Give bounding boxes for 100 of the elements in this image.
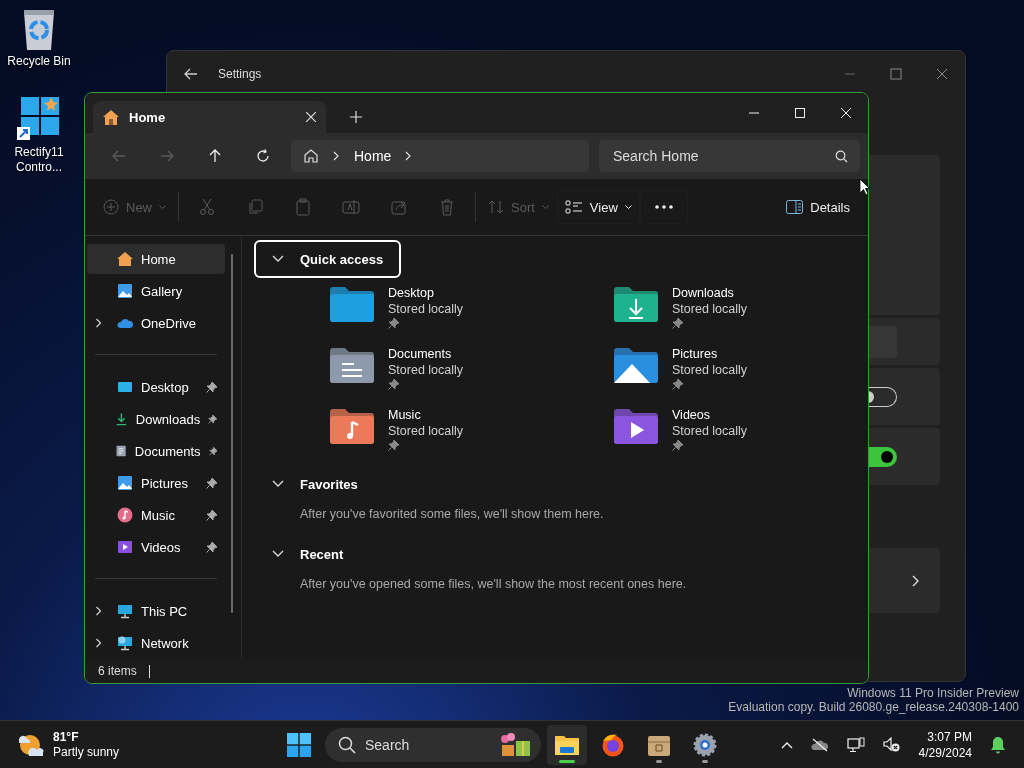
picture-icon — [117, 283, 133, 299]
build-info-text: Evaluation copy. Build 26080.ge_release.240308-1400 — [728, 700, 1019, 714]
sidebar-item[interactable]: Desktop — [87, 372, 225, 402]
folder-name[interactable]: Music — [388, 408, 464, 423]
search-icon[interactable] — [835, 150, 848, 163]
folder-name[interactable]: Pictures — [672, 347, 748, 362]
sidebar-item[interactable]: Network — [87, 628, 225, 658]
mouse-cursor-icon — [859, 178, 870, 196]
folder-name[interactable]: Videos — [672, 408, 748, 423]
music-folder-icon[interactable] — [330, 408, 374, 444]
picture-folder-icon[interactable] — [614, 347, 658, 383]
cloud-off-icon[interactable] — [810, 737, 829, 752]
back-arrow-icon[interactable] — [184, 68, 198, 80]
monitor-icon — [117, 603, 133, 619]
video-folder-icon[interactable] — [614, 408, 658, 444]
chevron-down-icon — [272, 550, 284, 558]
sort-arrows-icon — [488, 199, 504, 215]
pin-icon[interactable] — [206, 477, 217, 489]
breadcrumb-item[interactable]: Home — [354, 148, 392, 164]
pin-icon[interactable] — [206, 541, 217, 553]
sidebar-item[interactable]: OneDrive — [87, 308, 225, 338]
toggle-switch[interactable] — [868, 446, 897, 467]
folder-status: Stored locally — [388, 363, 464, 378]
chevron-right-icon[interactable] — [333, 151, 340, 161]
video-icon — [117, 539, 133, 555]
section-header[interactable]: Favorites — [254, 465, 376, 503]
chevron-right-icon[interactable] — [95, 638, 103, 648]
search-icon — [338, 735, 356, 754]
folder-icon[interactable] — [330, 286, 374, 322]
scrollbar[interactable] — [231, 254, 233, 613]
address-bar[interactable]: Home — [291, 140, 589, 172]
chevron-right-icon[interactable] — [95, 606, 103, 616]
details-pane-icon — [786, 200, 804, 214]
network-icon — [117, 635, 133, 651]
flower-gift-icon[interactable] — [499, 732, 533, 757]
folder-name[interactable]: Desktop — [388, 286, 464, 301]
home-outline-icon — [303, 148, 319, 164]
shortcut-icon[interactable] — [17, 95, 61, 141]
picture-icon — [117, 475, 133, 491]
desktop-icon-label[interactable]: Rectify11 Contro... — [4, 145, 74, 175]
add-tab-icon[interactable] — [350, 111, 362, 123]
bell-icon[interactable] — [990, 735, 1006, 754]
caret-down-icon — [159, 204, 166, 210]
sidebar-item[interactable]: Documents — [87, 436, 225, 466]
desktop-icon-label[interactable]: Recycle Bin — [4, 54, 74, 69]
document-icon — [114, 443, 127, 459]
weather-condition[interactable]: Partly sunny — [53, 744, 120, 760]
download-icon — [115, 411, 128, 427]
network-icon[interactable] — [846, 736, 865, 753]
sidebar-item[interactable]: Videos — [87, 532, 225, 562]
chevron-up-icon[interactable] — [780, 740, 793, 749]
taskbar-search-field[interactable]: Search — [325, 727, 541, 762]
details-button[interactable]: Details — [778, 190, 858, 224]
folder-name[interactable]: Documents — [388, 347, 464, 362]
chevron-right-icon — [912, 574, 920, 587]
sidebar-item[interactable]: Downloads — [87, 404, 225, 434]
sidebar-item[interactable]: Home — [87, 244, 225, 274]
pin-icon[interactable] — [206, 509, 217, 521]
tab[interactable]: Home — [93, 101, 326, 133]
pin-icon[interactable] — [208, 413, 217, 425]
trash-icon — [440, 198, 454, 216]
sidebar-item[interactable]: Gallery — [87, 276, 225, 306]
document-folder-icon[interactable] — [330, 347, 374, 383]
caret-down-icon — [624, 204, 632, 210]
download-folder-icon[interactable] — [614, 286, 658, 322]
folder-name[interactable]: Downloads — [672, 286, 748, 301]
desktop-icon — [117, 379, 133, 395]
view-button[interactable]: View — [556, 190, 640, 224]
scissors-icon — [199, 198, 215, 216]
section-header[interactable]: Recent — [254, 535, 362, 573]
sidebar-item[interactable]: Music — [87, 500, 225, 530]
ellipsis-icon — [654, 205, 673, 209]
item-count: 6 items — [98, 664, 137, 678]
pin-icon[interactable] — [206, 381, 217, 393]
folder-status: Stored locally — [672, 302, 748, 317]
search-field[interactable]: Search Home — [599, 140, 860, 172]
copy-icon — [247, 199, 263, 215]
chevron-right-icon[interactable] — [95, 318, 103, 328]
temperature[interactable]: 81°F — [53, 729, 120, 745]
section-header[interactable]: Quick access — [254, 240, 402, 278]
pin-icon[interactable] — [208, 445, 217, 457]
chevron-down-icon — [272, 255, 284, 263]
plus-circle-icon — [103, 199, 119, 215]
clipboard-icon — [296, 198, 310, 216]
settings-button[interactable] — [868, 325, 897, 358]
folder-status: Stored locally — [388, 424, 464, 439]
taskbar-app-button[interactable] — [547, 724, 587, 765]
clock[interactable]: 3:07 PM 4/29/2024 — [918, 728, 972, 761]
folder-status: Stored locally — [672, 424, 748, 439]
sidebar-item[interactable]: This PC — [87, 596, 225, 626]
empty-message: After you've favorited some files, we'll show them here. — [300, 507, 604, 521]
sidebar-item[interactable]: Pictures — [87, 468, 225, 498]
chevron-right-icon[interactable] — [405, 151, 413, 161]
folder-status: Stored locally — [672, 363, 748, 378]
more-button[interactable] — [639, 190, 688, 224]
recycle-bin-icon[interactable] — [21, 8, 57, 50]
home-icon — [103, 109, 119, 125]
volume-muted-icon[interactable] — [882, 736, 901, 753]
start-icon[interactable] — [287, 732, 311, 757]
list-view-icon — [564, 200, 583, 214]
